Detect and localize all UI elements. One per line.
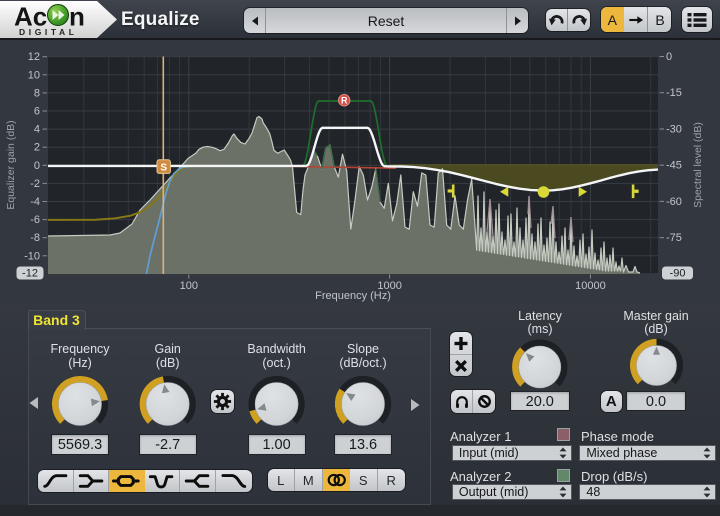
svg-text:-90: -90 (670, 268, 686, 280)
svg-text:-8: -8 (30, 232, 40, 244)
svg-text:0: 0 (666, 51, 672, 63)
svg-text:0: 0 (34, 160, 40, 172)
svg-text:8: 8 (34, 87, 40, 99)
svg-text:10: 10 (28, 69, 40, 81)
svg-text:S: S (160, 162, 167, 173)
svg-text:-4: -4 (30, 196, 40, 208)
svg-text:100: 100 (180, 280, 198, 292)
svg-text:2: 2 (34, 142, 40, 154)
svg-text:R: R (341, 96, 348, 106)
svg-text:Equalizer gain (dB): Equalizer gain (dB) (5, 120, 17, 209)
svg-text:-15: -15 (666, 87, 682, 99)
svg-text:10000: 10000 (575, 280, 606, 292)
svg-text:-45: -45 (666, 160, 682, 172)
svg-text:Spectral level (dB): Spectral level (dB) (692, 122, 704, 208)
svg-text:-75: -75 (666, 232, 682, 244)
svg-text:-12: -12 (22, 268, 38, 280)
svg-text:6: 6 (34, 106, 40, 118)
svg-text:-60: -60 (666, 196, 682, 208)
svg-text:-30: -30 (666, 124, 682, 136)
svg-text:-10: -10 (24, 250, 40, 262)
svg-text:4: 4 (34, 124, 40, 136)
svg-text:DIGITAL: DIGITAL (19, 27, 78, 37)
svg-text:-2: -2 (30, 178, 40, 190)
svg-text:12: 12 (28, 51, 40, 63)
svg-text:-6: -6 (30, 214, 40, 226)
